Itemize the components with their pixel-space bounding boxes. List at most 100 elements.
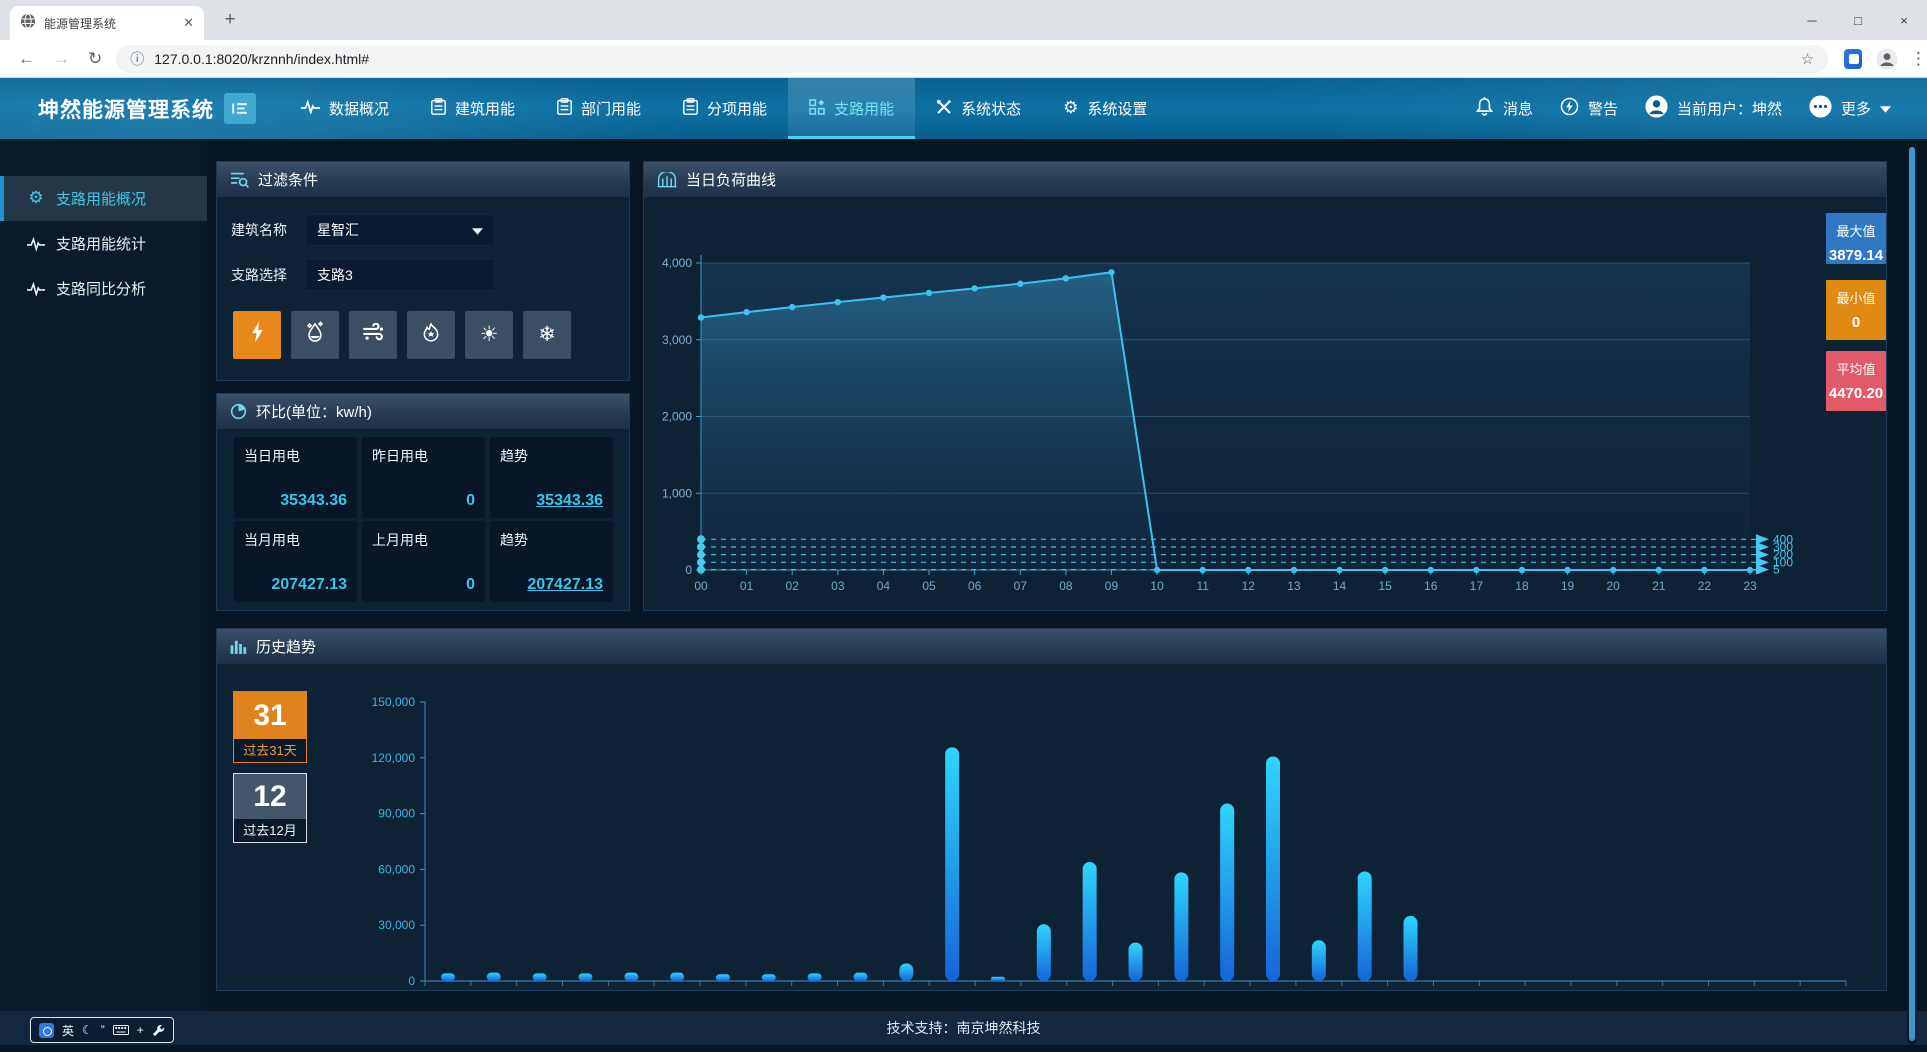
stat-cell-today: 当日用电 35343.36 xyxy=(234,437,357,518)
stat-cell-this-month: 当月用电 207427.13 xyxy=(234,521,357,602)
load-curve-panel-header: 当日负荷曲线 xyxy=(644,162,1886,197)
svg-text:19: 19 xyxy=(1561,579,1575,593)
alert-lightning-icon xyxy=(1560,97,1579,120)
energy-type-cooling-button[interactable]: ❄ xyxy=(523,311,571,359)
sun-icon: ☀ xyxy=(480,324,499,347)
building-select[interactable]: 星智汇 xyxy=(305,214,495,246)
svg-text:03: 03 xyxy=(831,579,845,593)
svg-text:18: 18 xyxy=(1515,579,1529,593)
pulse-icon xyxy=(27,282,45,296)
tab-close-icon[interactable]: ✕ xyxy=(183,15,194,31)
nav-item-branch-energy[interactable]: 支路用能 xyxy=(788,78,915,139)
punctuation-icon[interactable]: ” xyxy=(101,1023,105,1037)
ring-ratio-grid: 当日用电 35343.36 昨日用电 0 趋势 35343.36 当月用电 20… xyxy=(234,437,613,602)
nav-item-department-energy[interactable]: 部门用能 xyxy=(536,78,662,139)
svg-text:12: 12 xyxy=(1242,579,1256,593)
stat-cell-last-month: 上月用电 0 xyxy=(362,521,485,602)
stat-value: 0 xyxy=(466,576,475,594)
sidebar-item-branch-stats[interactable]: 支路用能统计 xyxy=(0,221,207,266)
svg-text:3,000: 3,000 xyxy=(662,333,692,347)
svg-text:15: 15 xyxy=(1378,579,1392,593)
restore-button[interactable]: □ xyxy=(1835,0,1881,40)
max-value-badge: 最大值 3879.14 xyxy=(1826,213,1886,264)
energy-type-heat-button[interactable] xyxy=(407,311,455,359)
trend-link[interactable]: 35343.36 xyxy=(536,492,603,510)
energy-type-solar-button[interactable]: ☀ xyxy=(465,311,513,359)
svg-text:90,000: 90,000 xyxy=(378,807,415,821)
ring-ratio-panel: 环比(单位：kw/h) 当日用电 35343.36 昨日用电 0 趋势 3534… xyxy=(216,393,630,611)
nav-item-data-overview[interactable]: 数据概况 xyxy=(280,78,410,139)
forward-icon[interactable]: → xyxy=(53,49,70,69)
user-icon xyxy=(1645,95,1668,122)
screen: 能源管理系统 ✕ + ─ □ × ← → ↻ ⓘ 127.0.0.1:8020/… xyxy=(0,0,1927,1052)
chevron-down-icon xyxy=(1880,100,1891,117)
energy-type-water-button[interactable] xyxy=(291,311,339,359)
stat-value: 35343.36 xyxy=(280,492,347,510)
clipboard-icon xyxy=(431,98,446,119)
alerts-button[interactable]: 警告 xyxy=(1560,97,1618,120)
wrench-icon[interactable] xyxy=(152,1024,165,1037)
back-icon[interactable]: ← xyxy=(18,49,35,69)
svg-text:2,000: 2,000 xyxy=(662,410,692,424)
svg-text:0: 0 xyxy=(408,974,415,988)
svg-text:20: 20 xyxy=(1606,579,1620,593)
history-trend-chart: 030,00060,00090,000120,000150,000 xyxy=(217,664,1888,997)
ime-logo-icon[interactable] xyxy=(39,1023,54,1038)
trend-link[interactable]: 207427.13 xyxy=(527,576,603,594)
svg-text:0: 0 xyxy=(685,563,692,577)
minimize-button[interactable]: ─ xyxy=(1789,0,1835,40)
ime-language-toggle[interactable]: 英 xyxy=(62,1022,74,1039)
svg-text:14: 14 xyxy=(1333,579,1347,593)
tab-title: 能源管理系统 xyxy=(44,15,183,32)
stat-cell-month-trend: 趋势 207427.13 xyxy=(490,521,613,602)
nav-item-subitem-energy[interactable]: 分项用能 xyxy=(662,78,788,139)
url-text[interactable]: 127.0.0.1:8020/krznnh/index.html# xyxy=(154,51,369,67)
filter-panel-title: 过滤条件 xyxy=(258,169,318,190)
wind-icon xyxy=(362,323,384,347)
address-bar[interactable]: ⓘ 127.0.0.1:8020/krznnh/index.html# ☆ xyxy=(116,45,1828,73)
svg-text:120,000: 120,000 xyxy=(372,751,416,765)
new-tab-button[interactable]: + xyxy=(218,9,242,33)
messages-button[interactable]: 消息 xyxy=(1475,97,1533,120)
scrollbar-thumb[interactable] xyxy=(1909,147,1915,1041)
browser-profile-avatar[interactable] xyxy=(1876,48,1898,70)
stat-cell-yesterday: 昨日用电 0 xyxy=(362,437,485,518)
site-info-icon[interactable]: ⓘ xyxy=(130,49,144,69)
stat-value: 207427.13 xyxy=(271,576,347,594)
snowflake-icon: ❄ xyxy=(538,324,556,347)
load-curve-panel: 当日负荷曲线 01,0002,0003,0004,000000102030405… xyxy=(643,161,1887,611)
current-user[interactable]: 当前用户：坤然 xyxy=(1645,95,1782,122)
svg-text:23: 23 xyxy=(1743,579,1757,593)
menu-toggle-button[interactable] xyxy=(224,93,256,124)
branch-input[interactable]: 支路3 xyxy=(305,259,495,291)
plus-icon[interactable]: + xyxy=(137,1023,144,1037)
navbar-right: 消息 警告 当前用户：坤然 更多 xyxy=(1461,78,1891,139)
stat-value: 0 xyxy=(466,492,475,510)
sidebar-item-branch-yoy[interactable]: 支路同比分析 xyxy=(0,266,207,311)
close-button[interactable]: × xyxy=(1881,0,1927,40)
keyboard-icon[interactable] xyxy=(113,1025,129,1035)
nav-item-system-settings[interactable]: ⚙ 系统设置 xyxy=(1042,78,1168,139)
chevron-down-icon xyxy=(472,222,483,238)
nav-item-system-status[interactable]: 系统状态 xyxy=(915,78,1042,139)
ellipsis-icon xyxy=(1809,95,1832,122)
svg-text:06: 06 xyxy=(968,579,982,593)
ring-ratio-panel-header: 环比(单位：kw/h) xyxy=(217,394,629,429)
app-navbar: 坤然能源管理系统 数据概况 建筑用能 部门用能 分项用能 支路用能 xyxy=(0,78,1927,139)
browser-menu-icon[interactable]: ⋮ xyxy=(1910,49,1927,69)
nav-item-building-energy[interactable]: 建筑用能 xyxy=(410,78,536,139)
svg-text:21: 21 xyxy=(1652,579,1666,593)
gear-icon: ⚙ xyxy=(27,190,45,207)
more-menu[interactable]: 更多 xyxy=(1809,95,1891,122)
extension-icon[interactable] xyxy=(1844,49,1862,69)
energy-type-gas-button[interactable] xyxy=(349,311,397,359)
moon-icon[interactable]: ☾ xyxy=(82,1023,93,1037)
browser-tab[interactable]: 能源管理系统 ✕ xyxy=(10,6,204,40)
bookmark-star-icon[interactable]: ☆ xyxy=(1801,50,1814,68)
pulse-icon xyxy=(301,100,320,118)
sidebar-item-branch-overview[interactable]: ⚙ 支路用能概况 xyxy=(0,176,207,221)
energy-type-electricity-button[interactable] xyxy=(233,311,281,359)
refresh-icon[interactable]: ↻ xyxy=(88,49,102,69)
bell-icon xyxy=(1475,97,1494,120)
svg-text:11: 11 xyxy=(1196,579,1209,593)
